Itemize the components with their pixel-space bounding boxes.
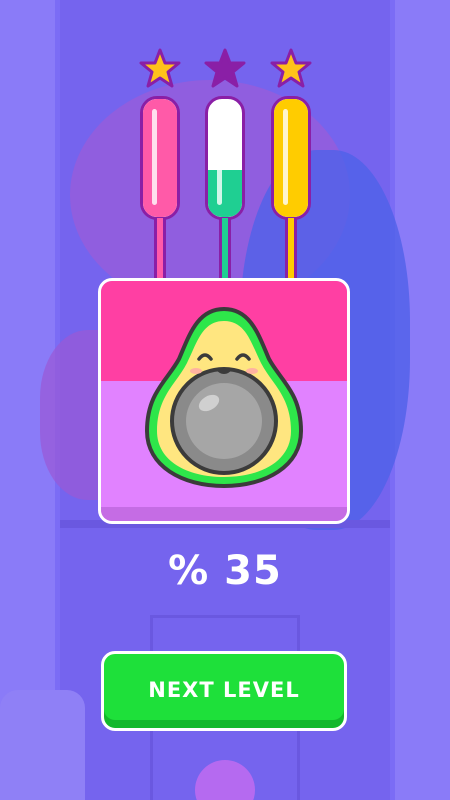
tube-glass <box>271 96 311 220</box>
star-icon-earned-2 <box>270 48 312 88</box>
star-icon-earned-1 <box>139 48 181 88</box>
avocado-icon <box>144 306 304 489</box>
tube-glass <box>140 96 180 220</box>
tube-fill <box>274 99 308 217</box>
tube-glass <box>205 96 245 220</box>
character-card <box>98 278 350 524</box>
star-icon-empty <box>204 48 246 88</box>
progress-percent-text: % 35 <box>168 548 282 594</box>
next-level-label: NEXT LEVEL <box>148 678 300 702</box>
tube-yellow <box>266 48 316 333</box>
tube-fill <box>208 169 242 217</box>
tube-green <box>200 48 250 333</box>
next-level-button[interactable]: NEXT LEVEL <box>101 651 347 731</box>
tube-fill <box>143 99 177 217</box>
tube-pink <box>135 48 185 333</box>
